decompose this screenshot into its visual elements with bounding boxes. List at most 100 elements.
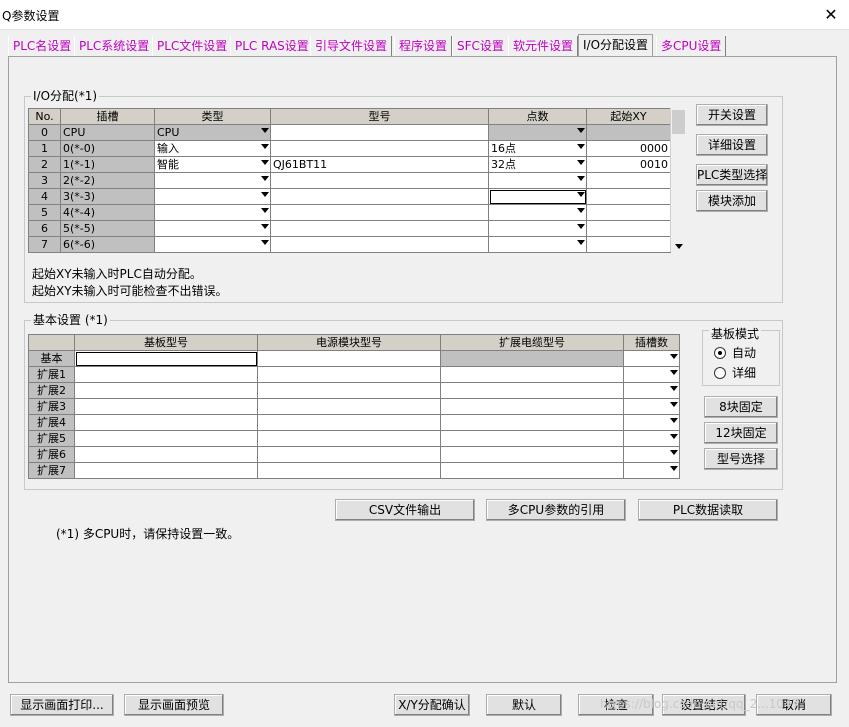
chevron-down-icon[interactable] bbox=[261, 224, 269, 229]
start-xy-cell[interactable] bbox=[586, 172, 671, 189]
csv-export-button[interactable]: CSV文件输出 bbox=[335, 499, 475, 521]
preview-screen-button[interactable]: 显示画面预览 bbox=[124, 694, 224, 716]
tab-device[interactable]: 软元件设置 bbox=[508, 36, 579, 56]
cable-model-cell[interactable] bbox=[440, 382, 624, 399]
tab-plc-system[interactable]: PLC系统设置 bbox=[74, 36, 155, 56]
multicpu-reference-button[interactable]: 多CPU参数的引用 bbox=[486, 499, 626, 521]
model-cell[interactable] bbox=[270, 236, 489, 253]
xy-assign-confirm-button[interactable]: X/Y分配确认 bbox=[394, 694, 470, 716]
chevron-down-icon[interactable] bbox=[670, 466, 678, 471]
points-dropdown[interactable]: 16点 bbox=[488, 140, 587, 157]
power-model-cell[interactable] bbox=[257, 414, 441, 431]
slot-count-dropdown[interactable] bbox=[623, 414, 680, 431]
tab-program[interactable]: 程序设置 bbox=[394, 36, 453, 56]
slot-count-dropdown[interactable] bbox=[623, 398, 680, 415]
fixed-12-button[interactable]: 12块固定 bbox=[704, 422, 778, 444]
plc-type-select-button[interactable]: PLC类型选择 bbox=[696, 164, 768, 186]
chevron-down-icon[interactable] bbox=[261, 192, 269, 197]
model-cell[interactable] bbox=[270, 124, 489, 141]
points-dropdown[interactable] bbox=[488, 124, 587, 141]
type-dropdown[interactable] bbox=[154, 188, 271, 205]
cable-model-cell[interactable] bbox=[440, 446, 624, 463]
start-xy-cell[interactable]: 0000 bbox=[586, 140, 671, 157]
type-dropdown[interactable]: 智能 bbox=[154, 156, 271, 173]
start-xy-cell[interactable] bbox=[586, 204, 671, 221]
scrollbar-thumb[interactable] bbox=[672, 110, 685, 134]
model-cell[interactable]: QJ61BT11 bbox=[270, 156, 489, 173]
slot-count-dropdown[interactable] bbox=[623, 366, 680, 383]
base-model-cell[interactable] bbox=[74, 430, 258, 447]
chevron-down-icon[interactable] bbox=[261, 208, 269, 213]
points-dropdown[interactable] bbox=[488, 172, 587, 189]
cable-model-cell[interactable] bbox=[440, 414, 624, 431]
slot-count-dropdown[interactable] bbox=[623, 350, 680, 367]
chevron-down-icon[interactable] bbox=[261, 176, 269, 181]
chevron-down-icon[interactable] bbox=[577, 224, 585, 229]
power-model-cell[interactable] bbox=[257, 446, 441, 463]
model-cell[interactable] bbox=[270, 188, 489, 205]
chevron-down-icon[interactable] bbox=[670, 402, 678, 407]
power-model-cell[interactable] bbox=[257, 350, 441, 367]
base-model-cell[interactable] bbox=[74, 398, 258, 415]
chevron-down-icon[interactable] bbox=[577, 240, 585, 245]
base-model-cell[interactable] bbox=[74, 462, 258, 479]
radio-unselected-icon[interactable] bbox=[714, 366, 726, 379]
tab-plc-ras[interactable]: PLC RAS设置 bbox=[230, 36, 314, 56]
fixed-8-button[interactable]: 8块固定 bbox=[704, 396, 778, 418]
chevron-down-icon[interactable] bbox=[670, 370, 678, 375]
radio-detail[interactable]: 详细 bbox=[714, 364, 756, 381]
base-model-cell[interactable] bbox=[74, 446, 258, 463]
slot-count-dropdown[interactable] bbox=[623, 462, 680, 479]
start-xy-cell[interactable] bbox=[586, 236, 671, 253]
power-model-cell[interactable] bbox=[257, 430, 441, 447]
tab-multi-cpu[interactable]: 多CPU设置 bbox=[656, 36, 727, 56]
cable-model-cell[interactable] bbox=[440, 430, 624, 447]
chevron-down-icon[interactable] bbox=[261, 144, 269, 149]
points-dropdown[interactable] bbox=[488, 188, 587, 205]
start-xy-cell[interactable] bbox=[586, 220, 671, 237]
chevron-down-icon[interactable] bbox=[670, 450, 678, 455]
tab-sfc[interactable]: SFC设置 bbox=[452, 36, 509, 56]
chevron-down-icon[interactable] bbox=[261, 160, 269, 165]
chevron-down-icon[interactable] bbox=[577, 208, 585, 213]
base-model-cell[interactable] bbox=[74, 414, 258, 431]
chevron-down-icon[interactable] bbox=[670, 354, 678, 359]
power-model-cell[interactable] bbox=[257, 462, 441, 479]
model-cell[interactable] bbox=[270, 220, 489, 237]
chevron-down-icon[interactable] bbox=[261, 128, 269, 133]
cable-model-cell[interactable] bbox=[440, 462, 624, 479]
base-model-cell[interactable] bbox=[74, 350, 258, 367]
type-dropdown[interactable] bbox=[154, 220, 271, 237]
cable-model-cell[interactable] bbox=[440, 398, 624, 415]
tab-boot-file[interactable]: 引导文件设置 bbox=[310, 36, 393, 56]
start-xy-cell[interactable] bbox=[586, 124, 671, 141]
close-icon[interactable]: ✕ bbox=[820, 4, 842, 26]
chevron-down-icon[interactable] bbox=[577, 176, 585, 181]
type-dropdown[interactable] bbox=[154, 172, 271, 189]
points-dropdown[interactable] bbox=[488, 204, 587, 221]
model-cell[interactable] bbox=[270, 204, 489, 221]
base-model-cell[interactable] bbox=[74, 382, 258, 399]
type-dropdown[interactable] bbox=[154, 204, 271, 221]
base-model-cell[interactable] bbox=[74, 366, 258, 383]
chevron-down-icon[interactable] bbox=[577, 160, 585, 165]
power-model-cell[interactable] bbox=[257, 398, 441, 415]
chevron-down-icon[interactable] bbox=[577, 144, 585, 149]
radio-selected-icon[interactable] bbox=[714, 346, 726, 359]
chevron-down-icon[interactable] bbox=[670, 386, 678, 391]
chevron-down-icon[interactable] bbox=[577, 128, 585, 133]
tab-plc-name[interactable]: PLC名设置 bbox=[8, 36, 77, 56]
points-dropdown[interactable] bbox=[488, 220, 587, 237]
chevron-down-icon[interactable] bbox=[577, 192, 585, 197]
chevron-down-icon[interactable] bbox=[670, 418, 678, 423]
scroll-down-icon[interactable] bbox=[675, 244, 683, 249]
chevron-down-icon[interactable] bbox=[670, 434, 678, 439]
io-table-scrollbar[interactable] bbox=[670, 108, 686, 252]
switch-settings-button[interactable]: 开关设置 bbox=[696, 104, 768, 126]
points-dropdown[interactable]: 32点 bbox=[488, 156, 587, 173]
detail-settings-button[interactable]: 详细设置 bbox=[696, 134, 768, 156]
model-cell[interactable] bbox=[270, 172, 489, 189]
points-dropdown[interactable] bbox=[488, 236, 587, 253]
type-dropdown[interactable]: 输入 bbox=[154, 140, 271, 157]
tab-plc-file[interactable]: PLC文件设置 bbox=[152, 36, 233, 56]
